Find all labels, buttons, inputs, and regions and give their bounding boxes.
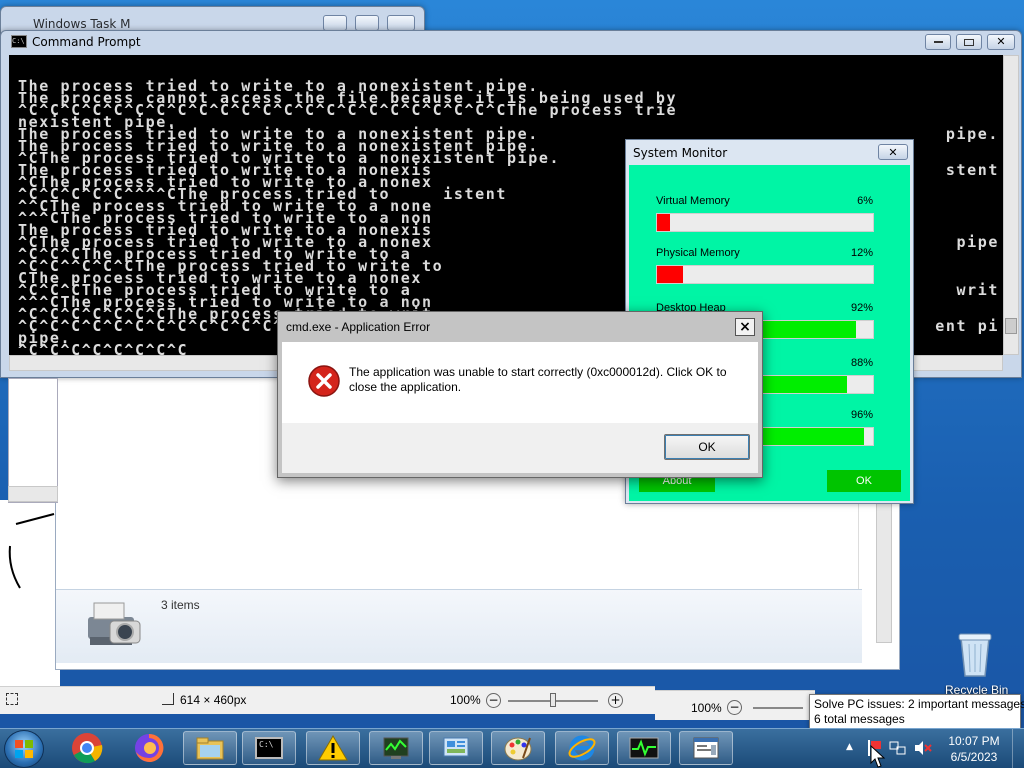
show-desktop-button[interactable] — [1012, 729, 1024, 768]
windows-logo-icon — [15, 740, 33, 758]
console-fragment: pipe. — [945, 125, 999, 143]
close-icon: × — [739, 319, 751, 335]
system-monitor-icon — [383, 737, 409, 759]
canvas-strokes — [8, 513, 55, 589]
console-fragment: ent pi — [935, 317, 999, 335]
monitor-value: 88% — [850, 357, 873, 369]
monitor-value: 12% — [850, 247, 873, 259]
error-icon — [308, 365, 340, 397]
taskbar-paint[interactable] — [491, 731, 545, 765]
clock[interactable]: 10:07 PM 6/5/2023 — [940, 734, 1008, 764]
console-vscrollbar[interactable] — [1003, 55, 1019, 355]
show-hidden-icons-button[interactable]: ▲ — [846, 742, 853, 752]
monitor-value: 96% — [850, 409, 873, 421]
zoom-level: 100% — [450, 693, 481, 707]
second-statusbar: 100% − — [655, 690, 815, 720]
performance-monitor-icon — [629, 737, 659, 759]
monitor-bar — [656, 265, 874, 284]
error-dialog-frame[interactable]: cmd.exe - Application Error × The applic… — [277, 311, 763, 478]
image-dimensions: 614 × 460px — [180, 693, 247, 707]
task-manager-title: Windows Task M — [33, 17, 131, 31]
printer-camera-icon — [88, 602, 141, 645]
maximize-button[interactable] — [355, 15, 379, 31]
minimize-button[interactable] — [323, 15, 347, 31]
monitor-value: 92% — [850, 302, 873, 314]
items-count: 3 items — [161, 598, 200, 612]
error-dialog-title: cmd.exe - Application Error — [286, 320, 431, 334]
notification-line-1: Solve PC issues: 2 important messages — [814, 697, 1024, 711]
console-right-fragments: pipe. stent pipe writ ent pi — [901, 55, 1003, 355]
console-fragment: pipe — [956, 233, 999, 251]
zoom-out-button-2[interactable]: − — [727, 700, 742, 715]
console-fragment: stent — [945, 161, 999, 179]
taskbar-control-panel[interactable] — [429, 731, 483, 765]
paint-hscroll[interactable] — [8, 486, 58, 502]
zoom-out-button[interactable]: − — [486, 693, 501, 708]
zoom-slider-2[interactable] — [753, 707, 803, 709]
paint-palette-icon — [504, 737, 532, 761]
firefox-icon — [135, 733, 164, 762]
cmd-maximize-button[interactable] — [956, 34, 982, 50]
network-icon[interactable] — [889, 740, 907, 756]
start-button[interactable] — [4, 730, 44, 768]
minimize-icon — [933, 41, 943, 43]
error-message: The application was unable to start corr… — [349, 365, 727, 394]
cmd-close-button[interactable]: ✕ — [987, 34, 1015, 50]
error-dialog-close-button[interactable]: × — [735, 318, 755, 336]
taskbar-cmd[interactable]: C:\ — [242, 731, 296, 765]
cmd-icon: C:\ — [11, 35, 27, 48]
taskbar-explorer[interactable] — [183, 731, 237, 765]
close-button[interactable] — [387, 15, 415, 31]
taskbar-sysmon[interactable] — [369, 731, 423, 765]
close-icon: ✕ — [888, 145, 898, 159]
volume-muted-icon[interactable] — [913, 740, 933, 756]
console-fragment: writ — [956, 281, 999, 299]
sysmon-close-button[interactable]: ✕ — [878, 144, 908, 160]
taskbar-firefox[interactable] — [126, 731, 172, 765]
restore-icon — [964, 38, 974, 46]
folder-icon — [196, 737, 224, 760]
scroll-thumb[interactable] — [1005, 318, 1017, 334]
cmd-minimize-button[interactable] — [925, 34, 951, 50]
select-icon — [6, 693, 18, 705]
mouse-cursor — [870, 745, 886, 768]
monitor-label: Virtual Memory — [656, 195, 730, 207]
taskbar-window-app[interactable] — [679, 731, 733, 765]
monitor-bar-fill — [657, 214, 670, 231]
close-icon: ✕ — [996, 35, 1006, 48]
warning-icon — [318, 735, 348, 761]
notification-line-2: 6 total messages — [814, 712, 905, 726]
paint-statusbar: 614 × 460px 100% − + — [0, 686, 655, 714]
sysmon-ok-button[interactable]: OK — [827, 470, 901, 492]
cmd-title: Command Prompt — [32, 35, 141, 49]
taskbar-warning[interactable] — [306, 731, 360, 765]
taskbar-monitor[interactable] — [617, 731, 671, 765]
internet-explorer-icon — [568, 735, 596, 761]
control-panel-icon — [443, 737, 469, 757]
taskbar-chrome[interactable] — [64, 731, 110, 765]
clock-date: 6/5/2023 — [950, 750, 998, 764]
clock-time: 10:07 PM — [948, 734, 1000, 748]
monitor-label: Physical Memory — [656, 247, 740, 259]
zoom-in-button[interactable]: + — [608, 693, 623, 708]
error-ok-button[interactable]: OK — [664, 434, 750, 460]
taskbar-ie[interactable] — [555, 731, 609, 765]
monitor-bar-fill — [657, 266, 683, 283]
zoom-slider-thumb[interactable] — [550, 693, 556, 707]
monitor-bar — [656, 213, 874, 232]
chrome-icon — [72, 733, 103, 764]
window-app-icon — [693, 737, 719, 759]
resize-icon — [162, 693, 174, 705]
notification-balloon[interactable]: Solve PC issues: 2 important messages 6 … — [809, 694, 1024, 730]
recycle-bin-icon[interactable] — [955, 630, 995, 678]
sysmon-title: System Monitor — [633, 146, 728, 160]
zoom-level-2: 100% — [691, 701, 722, 715]
paint-window-edge — [8, 378, 58, 503]
cmd-taskbar-icon: C:\ — [255, 737, 283, 759]
monitor-value: 6% — [857, 195, 873, 207]
